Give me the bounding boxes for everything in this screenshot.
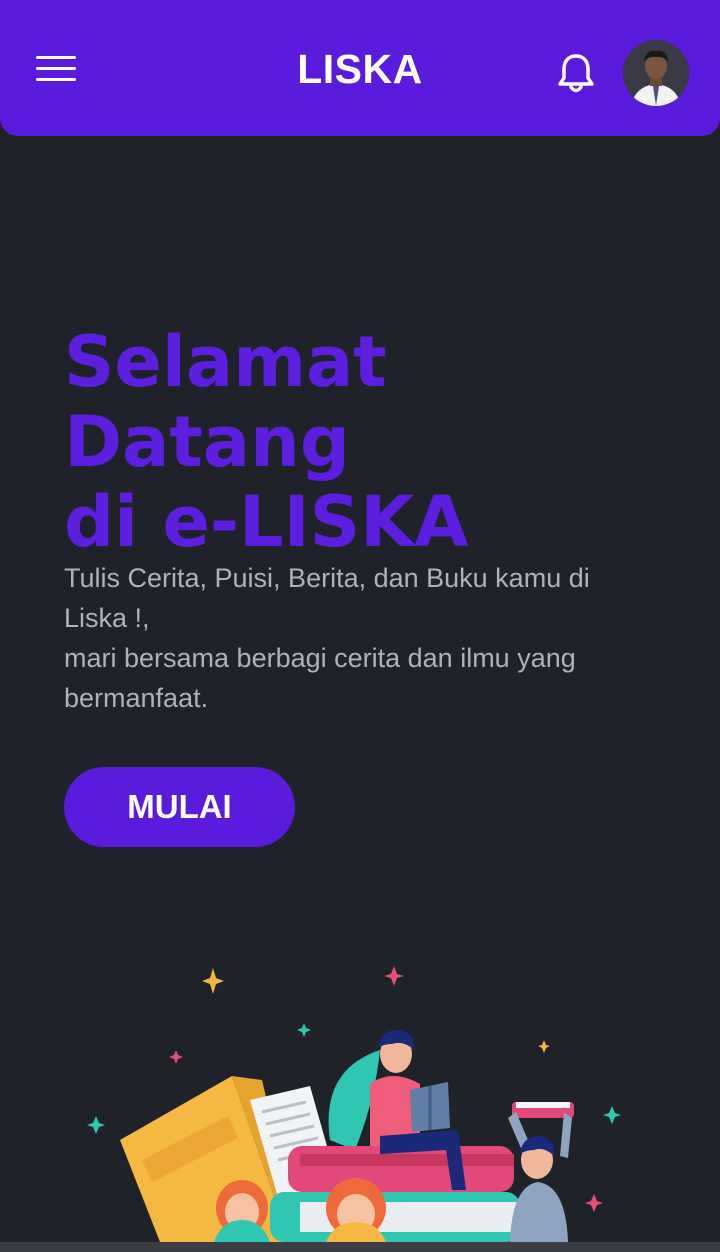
- hero-description-line: Tulis Cerita, Puisi, Berita, dan Buku ka…: [64, 563, 590, 593]
- hero-description: Tulis Cerita, Puisi, Berita, dan Buku ka…: [64, 558, 664, 718]
- hero-title-line: Selamat: [64, 321, 387, 403]
- reading-illustration-graphic: [87, 966, 621, 1242]
- bell-icon: [558, 54, 594, 93]
- hero-description-line: mari bersama berbagi cerita dan ilmu yan…: [64, 643, 576, 673]
- system-nav-bar: [0, 1242, 720, 1252]
- hero-description-line: bermanfaat.: [64, 683, 209, 713]
- app-title: LISKA: [297, 46, 423, 92]
- hero-title: Selamat Datang di e-LISKA: [64, 322, 664, 562]
- hero-description-line: Liska !,: [64, 603, 150, 633]
- hero-title-line: di e-LISKA: [64, 481, 469, 563]
- profile-photo: [623, 40, 689, 106]
- user-avatar[interactable]: [623, 40, 689, 106]
- people-reading-books-illustration: [0, 950, 720, 1242]
- start-button[interactable]: MULAI: [64, 767, 295, 847]
- top-app-bar: LISKA: [0, 0, 720, 136]
- hero-title-line: Datang: [64, 401, 350, 483]
- notification-button[interactable]: [553, 50, 599, 96]
